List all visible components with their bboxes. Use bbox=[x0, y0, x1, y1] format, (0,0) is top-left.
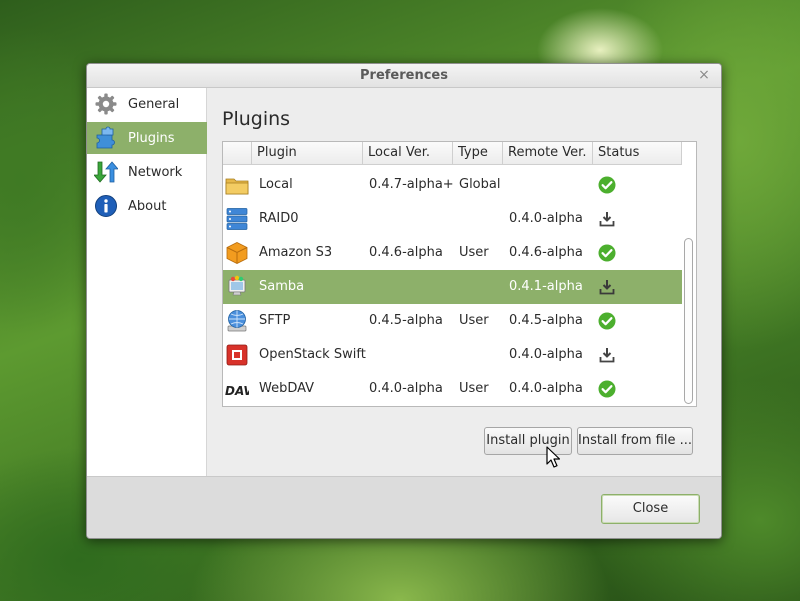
table-row[interactable]: SFTP 0.4.5-alpha User 0.4.5-alpha bbox=[223, 304, 682, 338]
cell-plugin: Amazon S3 bbox=[259, 245, 333, 260]
info-icon bbox=[95, 195, 117, 217]
sidebar-item-general[interactable]: General bbox=[87, 88, 207, 120]
samba-icon bbox=[228, 275, 246, 296]
scrollbar-thumb[interactable] bbox=[684, 238, 693, 404]
puzzle-icon bbox=[96, 126, 115, 149]
cell-local-version: 0.4.7-alpha+S bbox=[369, 177, 453, 192]
sidebar-item-label: Network bbox=[128, 164, 183, 180]
sidebar-item-label: About bbox=[128, 198, 167, 214]
cell-remote-version bbox=[509, 168, 593, 202]
column-header-remote-version[interactable]: Remote Ver. bbox=[503, 142, 593, 165]
webdav-icon: DAV bbox=[225, 384, 249, 398]
raid-icon bbox=[226, 208, 248, 230]
gear-icon bbox=[95, 93, 117, 115]
cell-plugin: RAID0 bbox=[259, 211, 299, 226]
cell-local-version bbox=[369, 270, 453, 304]
cell-local-version: 0.4.5-alpha bbox=[369, 313, 443, 328]
mouse-cursor-icon bbox=[546, 446, 560, 468]
cell-local-version: 0.4.0-alpha bbox=[369, 381, 443, 396]
download-icon[interactable] bbox=[598, 278, 616, 296]
installed-check-icon bbox=[598, 176, 616, 194]
table-header: Plugin Local Ver. Type Remote Ver. Statu… bbox=[223, 142, 682, 165]
cell-local-version: 0.4.6-alpha bbox=[369, 245, 443, 260]
cell-remote-version: 0.4.0-alpha bbox=[509, 381, 583, 396]
installed-check-icon bbox=[598, 380, 616, 398]
column-header-plugin[interactable]: Plugin bbox=[252, 142, 363, 165]
cell-remote-version: 0.4.5-alpha bbox=[509, 313, 583, 328]
download-icon[interactable] bbox=[598, 210, 616, 228]
network-arrows-icon bbox=[94, 161, 118, 183]
plugins-panel: Plugins Plugin Local Ver. Type Remote Ve… bbox=[208, 88, 721, 476]
cell-remote-version: 0.4.6-alpha bbox=[509, 245, 583, 260]
cell-plugin: WebDAV bbox=[259, 381, 315, 396]
table-row[interactable]: Local 0.4.7-alpha+S Global bbox=[223, 168, 682, 202]
cell-plugin: Local bbox=[259, 177, 293, 192]
cell-type: Global bbox=[459, 177, 501, 192]
close-button[interactable]: Close bbox=[601, 494, 700, 524]
preferences-window: Preferences × General Plugins Network Ab… bbox=[86, 63, 722, 539]
window-title: Preferences bbox=[360, 68, 448, 83]
amazon-s3-icon bbox=[226, 242, 248, 264]
table-row[interactable]: Amazon S3 0.4.6-alpha User 0.4.6-alpha bbox=[223, 236, 682, 270]
folder-icon bbox=[225, 178, 249, 195]
cell-type: User bbox=[459, 245, 489, 260]
sftp-globe-icon bbox=[227, 310, 247, 332]
column-header-type[interactable]: Type bbox=[453, 142, 503, 165]
cell-type bbox=[459, 270, 503, 304]
sidebar-item-label: General bbox=[128, 96, 180, 112]
download-icon[interactable] bbox=[598, 346, 616, 364]
column-header-local-version[interactable]: Local Ver. bbox=[363, 142, 453, 165]
install-from-file-button[interactable]: Install from file ... bbox=[577, 427, 693, 455]
title-bar[interactable]: Preferences × bbox=[87, 64, 721, 88]
svg-text:DAV: DAV bbox=[225, 384, 249, 398]
cell-remote-version: 0.4.0-alpha bbox=[509, 211, 583, 226]
cell-plugin: OpenStack Swift bbox=[259, 347, 366, 362]
window-close-icon[interactable]: × bbox=[697, 67, 711, 83]
sidebar-item-label: Plugins bbox=[128, 130, 175, 146]
installed-check-icon bbox=[598, 244, 616, 262]
cell-remote-version: 0.4.1-alpha bbox=[509, 279, 583, 294]
cell-plugin: SFTP bbox=[259, 313, 291, 328]
cell-remote-version: 0.4.0-alpha bbox=[509, 347, 583, 362]
table-row[interactable]: RAID0 0.4.0-alpha bbox=[223, 202, 682, 236]
cell-type bbox=[459, 202, 503, 236]
openstack-icon bbox=[226, 344, 248, 366]
sidebar: General Plugins Network About bbox=[87, 88, 207, 476]
cell-type: User bbox=[459, 313, 489, 328]
table-row[interactable]: DAV WebDAV 0.4.0-alpha User 0.4.0-alpha bbox=[223, 372, 682, 406]
plugins-table: Plugin Local Ver. Type Remote Ver. Statu… bbox=[222, 141, 697, 407]
column-header-icon[interactable] bbox=[223, 142, 252, 165]
column-header-status[interactable]: Status bbox=[593, 142, 682, 165]
cell-plugin: Samba bbox=[259, 279, 305, 294]
cell-type bbox=[459, 338, 503, 372]
table-row[interactable]: OpenStack Swift 0.4.0-alpha bbox=[223, 338, 682, 372]
sidebar-item-network[interactable]: Network bbox=[87, 156, 207, 188]
installed-check-icon bbox=[598, 312, 616, 330]
dialog-footer: Close bbox=[87, 476, 721, 538]
table-row-selected[interactable]: Samba 0.4.1-alpha bbox=[223, 270, 682, 304]
page-title: Plugins bbox=[222, 108, 291, 130]
cell-type: User bbox=[459, 381, 489, 396]
cell-local-version bbox=[369, 202, 453, 236]
sidebar-item-plugins[interactable]: Plugins bbox=[87, 122, 207, 154]
sidebar-item-about[interactable]: About bbox=[87, 190, 207, 222]
